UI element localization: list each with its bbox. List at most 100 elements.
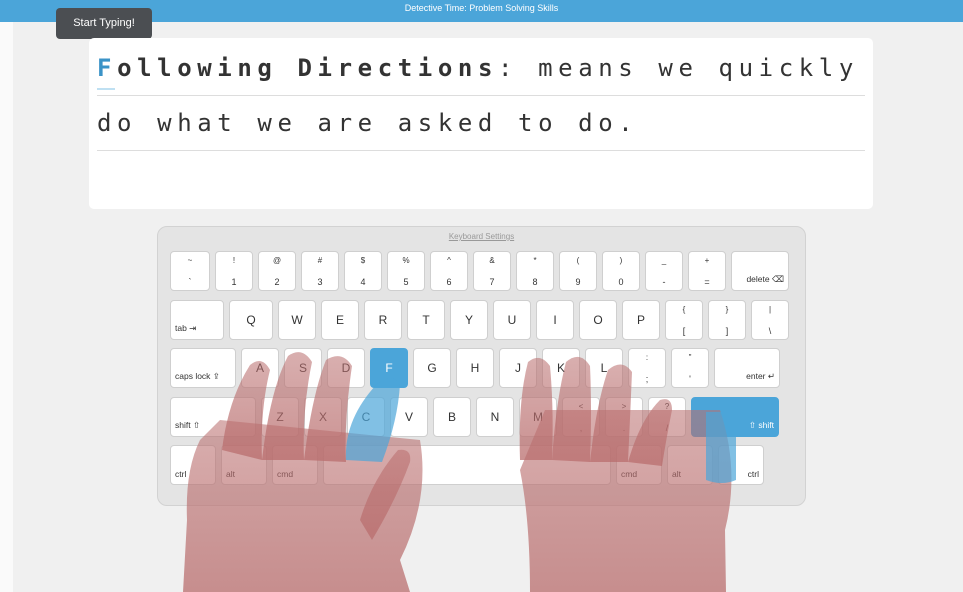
key-cmd[interactable]: cmd xyxy=(272,445,318,485)
key-symbol[interactable]: {[ xyxy=(665,300,703,340)
key-symbol[interactable]: + = xyxy=(688,251,726,291)
key-label: L xyxy=(600,361,608,375)
key-label: [ xyxy=(682,326,686,336)
key-shift-label: $ xyxy=(360,256,366,265)
key-right-shift[interactable]: ⇧ shift xyxy=(691,397,779,437)
key-label: . xyxy=(622,423,626,433)
key-shift-label: > xyxy=(621,402,627,411)
key-symbol[interactable]: ? / xyxy=(648,397,686,437)
key-symbol[interactable]: >. xyxy=(605,397,643,437)
key-symbol[interactable]: #3 xyxy=(301,251,339,291)
key-label: ctrl xyxy=(175,469,187,479)
key-e[interactable]: E xyxy=(321,300,359,340)
key-label: 8 xyxy=(532,277,538,287)
key-label: A xyxy=(255,361,264,375)
key-x[interactable]: X xyxy=(304,397,342,437)
key-symbol[interactable]: ^ 6 xyxy=(430,251,468,291)
key-shift-label: & xyxy=(489,256,495,265)
key-ctrl[interactable]: ctrl xyxy=(718,445,764,485)
key-label: W xyxy=(291,313,303,327)
key-r[interactable]: R xyxy=(364,300,402,340)
key-q[interactable]: Q xyxy=(229,300,273,340)
key-label: 6 xyxy=(446,277,452,287)
key-symbol[interactable]: * 8 xyxy=(516,251,554,291)
key-label: T xyxy=(422,313,430,327)
key-shift-label: : xyxy=(645,353,649,362)
line-divider xyxy=(97,150,865,151)
key-cmd[interactable]: cmd xyxy=(616,445,662,485)
key-k[interactable]: K xyxy=(542,348,580,388)
key-u[interactable]: U xyxy=(493,300,531,340)
key-t[interactable]: T xyxy=(407,300,445,340)
key-label: 2 xyxy=(274,277,280,287)
key-shift-label: } xyxy=(725,305,729,314)
key-tab[interactable]: tab ⇥ xyxy=(170,300,224,340)
key-alt[interactable]: alt xyxy=(221,445,267,485)
key-symbol[interactable]: <, xyxy=(562,397,600,437)
key-label: ' xyxy=(689,374,691,384)
key-label: B xyxy=(447,410,456,424)
key-symbol[interactable]: ~ ` xyxy=(170,251,210,291)
key-shift-label: + xyxy=(704,256,710,265)
key-symbol[interactable]: " ' xyxy=(671,348,709,388)
key-p[interactable]: P xyxy=(622,300,660,340)
key-a[interactable]: A xyxy=(241,348,279,388)
key-label: alt xyxy=(672,469,681,479)
key-y[interactable]: Y xyxy=(450,300,488,340)
key-label: 0 xyxy=(618,277,624,287)
typing-text-card[interactable]: Following Directions: means we quickly d… xyxy=(89,38,873,209)
key-symbol[interactable]: $4 xyxy=(344,251,382,291)
key-shift[interactable]: shift ⇧ xyxy=(170,397,256,437)
key-alt[interactable]: alt xyxy=(667,445,713,485)
current-character: F xyxy=(97,54,118,82)
key-space[interactable] xyxy=(323,445,611,485)
key-label: / xyxy=(665,423,669,433)
key-shift-label: @ xyxy=(272,256,282,265)
key-label: V xyxy=(404,410,413,424)
key-symbol[interactable]: _ - xyxy=(645,251,683,291)
key-label: 4 xyxy=(360,277,366,287)
key-m[interactable]: M xyxy=(519,397,557,437)
key-symbol[interactable]: }] xyxy=(708,300,746,340)
key-b[interactable]: B xyxy=(433,397,471,437)
key-caps-lock[interactable]: caps lock ⇪ xyxy=(170,348,236,388)
key-s[interactable]: S xyxy=(284,348,322,388)
key-symbol[interactable]: & 7 xyxy=(473,251,511,291)
key-label: 1 xyxy=(231,277,237,287)
key-i[interactable]: I xyxy=(536,300,574,340)
key-symbol[interactable]: | \ xyxy=(751,300,789,340)
key-v[interactable]: V xyxy=(390,397,428,437)
key-symbol[interactable]: :; xyxy=(628,348,666,388)
key-n[interactable]: N xyxy=(476,397,514,437)
key-l[interactable]: L xyxy=(585,348,623,388)
key-c[interactable]: C xyxy=(347,397,385,437)
key-shift-label: ? xyxy=(664,402,670,411)
key-label: F xyxy=(385,361,393,375)
key-w[interactable]: W xyxy=(278,300,316,340)
key-h[interactable]: H xyxy=(456,348,494,388)
left-edge xyxy=(0,22,13,592)
key-j[interactable]: J xyxy=(499,348,537,388)
key-o[interactable]: O xyxy=(579,300,617,340)
key-label: 3 xyxy=(317,277,323,287)
key-label: caps lock ⇪ xyxy=(175,371,220,381)
key-d[interactable]: D xyxy=(327,348,365,388)
key-ctrl[interactable]: ctrl xyxy=(170,445,216,485)
key-symbol[interactable]: (9 xyxy=(559,251,597,291)
key-z[interactable]: Z xyxy=(261,397,299,437)
bold-phrase: ollowing Directions xyxy=(117,54,498,82)
typing-caret xyxy=(97,88,115,90)
key-symbol[interactable]: ! 1 xyxy=(215,251,253,291)
key-symbol[interactable]: ) 0 xyxy=(602,251,640,291)
key-label: ; xyxy=(645,374,649,384)
key-symbol[interactable]: @2 xyxy=(258,251,296,291)
key-label: N xyxy=(490,410,500,424)
key-g[interactable]: G xyxy=(413,348,451,388)
key-symbol[interactable]: % 5 xyxy=(387,251,425,291)
keyboard-settings-link[interactable]: Keyboard Settings xyxy=(158,232,805,241)
key-label: U xyxy=(507,313,517,327)
key-shift-label: % xyxy=(402,256,410,265)
key-delete[interactable]: delete ⌫ xyxy=(731,251,789,291)
key-f[interactable]: F xyxy=(370,348,408,388)
key-enter[interactable]: enter ↵ xyxy=(714,348,780,388)
